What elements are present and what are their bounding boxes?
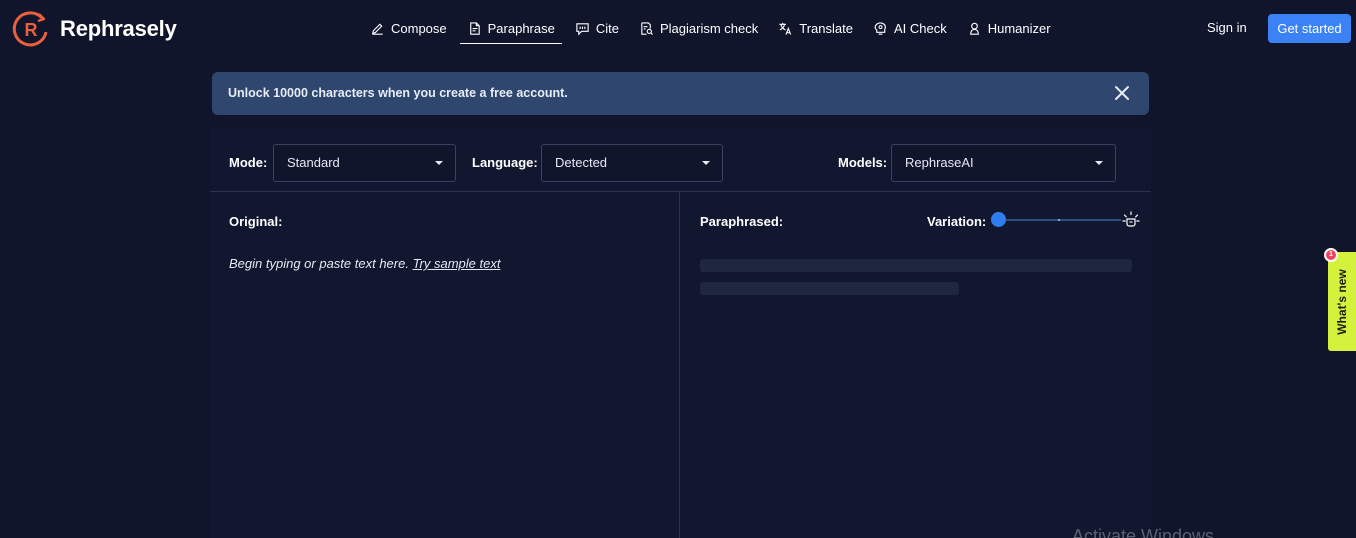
nav-cite[interactable]: Cite (568, 13, 626, 43)
creative-sparkle-icon (1122, 211, 1140, 227)
svg-text:R: R (25, 20, 38, 40)
document-search-icon (641, 21, 653, 35)
nav-ai-check[interactable]: AI Check (866, 13, 954, 43)
try-sample-text-link[interactable]: Try sample text (413, 256, 501, 271)
nav-paraphrase[interactable]: Paraphrase (459, 13, 563, 44)
top-header: R Rephrasely Compose Paraphrase Cite Pla… (0, 0, 1356, 58)
nav-compose-label: Compose (391, 20, 447, 36)
nav-plagiarism-check-label: Plagiarism check (659, 20, 759, 36)
whats-new-label: What's new (1335, 268, 1349, 335)
brand-logo[interactable]: R Rephrasely (12, 10, 177, 48)
nav-cite-label: Cite (595, 20, 619, 36)
brand-name: Rephrasely (60, 16, 177, 41)
close-icon[interactable] (1113, 84, 1131, 102)
quote-icon (576, 22, 589, 35)
banner-text: Unlock 10000 characters when you create … (228, 86, 568, 100)
nav-ai-check-label: AI Check (893, 20, 947, 36)
loading-skeleton-line (700, 259, 1132, 272)
models-label: Models: (838, 155, 888, 170)
get-started-button[interactable]: Get started (1268, 14, 1351, 43)
nav-humanizer-label: Humanizer (987, 20, 1051, 36)
brain-icon (874, 21, 886, 35)
variation-slider[interactable] (991, 210, 1141, 230)
pencil-icon (372, 22, 383, 35)
original-text-input[interactable]: Begin typing or paste text here. Try sam… (229, 256, 659, 271)
notification-badge: 1 (1324, 248, 1338, 262)
models-select[interactable]: RephraseAI (891, 144, 1116, 182)
nav-compose[interactable]: Compose (363, 13, 454, 43)
language-select[interactable]: Detected (541, 144, 723, 182)
windows-activation-watermark: Activate Windows (1072, 526, 1215, 538)
mode-value: Standard (287, 155, 340, 170)
document-icon (469, 21, 480, 35)
slider-tick (1058, 219, 1060, 221)
language-label: Language: (472, 155, 538, 170)
chevron-down-icon (1095, 161, 1103, 165)
variation-label: Variation: (927, 214, 987, 229)
original-label: Original: (229, 214, 283, 229)
nav-paraphrase-label: Paraphrase (487, 20, 555, 36)
nav-translate-label: Translate (799, 20, 853, 36)
whats-new-tab[interactable]: What's new (1328, 252, 1356, 351)
chevron-down-icon (435, 161, 443, 165)
language-value: Detected (555, 155, 608, 170)
chevron-down-icon (702, 161, 710, 165)
paraphrased-label: Paraphrased: (700, 214, 784, 229)
main-nav: Compose Paraphrase Cite Plagiarism check… (363, 13, 1064, 44)
controls-bar: Mode: Standard Language: Detected Models… (210, 128, 1151, 192)
nav-plagiarism-check[interactable]: Plagiarism check (632, 13, 765, 43)
models-value: RephraseAI (905, 155, 974, 170)
loading-skeleton-line (700, 282, 959, 295)
translate-icon (779, 22, 792, 35)
person-icon (969, 22, 979, 35)
nav-translate[interactable]: Translate (771, 13, 860, 43)
sign-in-link[interactable]: Sign in (1207, 14, 1247, 42)
slider-thumb[interactable] (991, 212, 1006, 227)
signup-banner: Unlock 10000 characters when you create … (212, 72, 1149, 115)
rephrasely-logo-icon: R (12, 11, 48, 47)
mode-label: Mode: (229, 155, 268, 170)
paraphraser-panel: Mode: Standard Language: Detected Models… (210, 128, 1151, 538)
nav-humanizer[interactable]: Humanizer (960, 13, 1058, 43)
pane-divider (679, 192, 680, 538)
mode-select[interactable]: Standard (273, 144, 456, 182)
original-placeholder: Begin typing or paste text here. (229, 256, 409, 271)
